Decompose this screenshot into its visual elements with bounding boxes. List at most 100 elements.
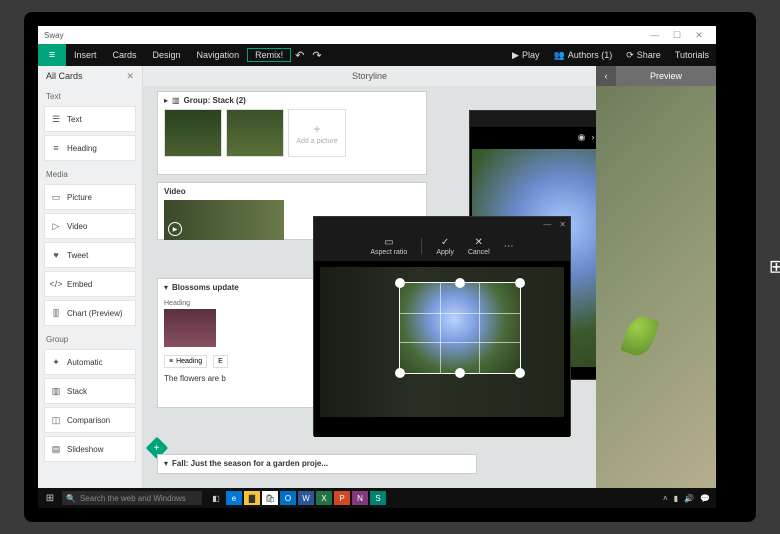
chart-icon: ⫿⫿ — [51, 308, 61, 318]
storyline-header: Storyline — [143, 66, 596, 86]
embed-icon: </> — [51, 279, 61, 289]
collapse-icon[interactable]: ▾ — [164, 283, 168, 292]
heading-icon: ≡ — [169, 358, 173, 365]
preview-back-button[interactable]: ‹ — [596, 66, 616, 86]
sidebar-close-icon[interactable]: ✕ — [126, 71, 134, 82]
play-button[interactable]: ▶Play — [505, 50, 546, 61]
fall-card[interactable]: ▾Fall: Just the season for a garden proj… — [157, 454, 477, 474]
card-type-stack[interactable]: ▥Stack — [44, 378, 136, 404]
sidebar-group-media: Media — [38, 164, 142, 181]
windows-taskbar: ⊞ 🔍Search the web and Windows ◧ e ▇ 🛍 O … — [38, 488, 716, 508]
preview-leaf-decor — [620, 312, 660, 359]
store-app-icon[interactable]: 🛍 — [262, 491, 278, 505]
heading-icon: ≡ — [51, 143, 61, 153]
stack-thumb-2[interactable] — [226, 109, 284, 157]
card-type-tweet[interactable]: ♥Tweet — [44, 242, 136, 268]
apply-button[interactable]: ✓Apply — [436, 237, 454, 256]
excel-app-icon[interactable]: X — [316, 491, 332, 505]
card-type-embed[interactable]: </>Embed — [44, 271, 136, 297]
hamburger-button[interactable]: ≡ — [38, 44, 66, 66]
card-type-automatic[interactable]: ✦Automatic — [44, 349, 136, 375]
outlook-app-icon[interactable]: O — [280, 491, 296, 505]
more-button[interactable]: ⋯ — [504, 241, 514, 252]
edge-app-icon[interactable]: e — [226, 491, 242, 505]
cancel-button[interactable]: ✕Cancel — [468, 237, 490, 256]
sway-app-icon[interactable]: S — [370, 491, 386, 505]
tray-volume-icon[interactable]: 🔊 — [684, 494, 694, 503]
emphasis-button[interactable]: E — [213, 355, 228, 368]
crop-selection[interactable] — [400, 283, 520, 373]
task-view-button[interactable]: ◧ — [208, 491, 224, 505]
storyline-canvas: Storyline ▸▥Group: Stack (2) +Add a pict… — [143, 66, 596, 508]
minimize-button[interactable]: — — [644, 30, 666, 40]
tray-network-icon[interactable]: ▮ — [674, 494, 678, 503]
text-icon: ☰ — [51, 114, 61, 124]
start-button[interactable]: ⊞ — [38, 493, 62, 504]
menu-insert[interactable]: Insert — [66, 50, 105, 60]
aspect-icon: ▭ — [384, 237, 393, 248]
stack-card[interactable]: ▸▥Group: Stack (2) +Add a picture — [157, 91, 427, 175]
crop-handle-tl[interactable] — [395, 278, 405, 288]
crop-handle-b[interactable] — [455, 368, 465, 378]
tweet-icon: ♥ — [51, 250, 61, 260]
collapse-icon[interactable]: ▾ — [164, 459, 168, 468]
card-type-slideshow[interactable]: ▤Slideshow — [44, 436, 136, 462]
app-title: Sway — [44, 31, 64, 40]
x-icon: ✕ — [475, 237, 483, 248]
collapse-icon[interactable]: ▸ — [164, 96, 168, 105]
picture-icon: ▭ — [51, 192, 61, 202]
next-icon[interactable]: › — [591, 132, 594, 142]
aspect-ratio-button[interactable]: ▭Aspect ratio — [370, 237, 407, 256]
card-type-text[interactable]: ☰Text — [44, 106, 136, 132]
menu-navigation[interactable]: Navigation — [189, 50, 248, 60]
crop-handle-br[interactable] — [515, 368, 525, 378]
app-menubar: ≡ Insert Cards Design Navigation Remix! … — [38, 44, 716, 66]
card-type-heading[interactable]: ≡Heading — [44, 135, 136, 161]
crop-editor-window: — ✕ ▭Aspect ratio ✓Apply ✕Cancel ⋯ — [313, 216, 571, 436]
menu-design[interactable]: Design — [145, 50, 189, 60]
card-type-picture[interactable]: ▭Picture — [44, 184, 136, 210]
automatic-icon: ✦ — [51, 357, 61, 367]
taskbar-search[interactable]: 🔍Search the web and Windows — [62, 491, 202, 505]
tray-up-icon[interactable]: ˄ — [663, 494, 668, 503]
crop-handle-t[interactable] — [455, 278, 465, 288]
sidebar-header: All Cards ✕ — [38, 66, 142, 86]
windows-hardware-button[interactable]: ⊞ — [769, 257, 780, 278]
authors-button[interactable]: 👥Authors (1) — [546, 50, 619, 61]
stack-icon: ▥ — [51, 386, 61, 396]
add-picture-button[interactable]: +Add a picture — [288, 109, 346, 157]
video-icon: ▷ — [51, 221, 61, 231]
overlay-close-icon[interactable]: ✕ — [559, 220, 566, 229]
redo-button[interactable]: ↷ — [308, 49, 325, 62]
onenote-app-icon[interactable]: N — [352, 491, 368, 505]
slideshow-icon: ▤ — [51, 444, 61, 454]
explorer-app-icon[interactable]: ▇ — [244, 491, 260, 505]
card-type-chart[interactable]: ⫿⫿Chart (Preview) — [44, 300, 136, 326]
heading-style-button[interactable]: ≡Heading — [164, 355, 207, 368]
crop-handle-bl[interactable] — [395, 368, 405, 378]
video-thumbnail[interactable]: ▶ — [164, 200, 284, 240]
window-titlebar: Sway — ☐ ✕ — [38, 26, 716, 44]
card-type-comparison[interactable]: ◫Comparison — [44, 407, 136, 433]
close-button[interactable]: ✕ — [688, 30, 710, 41]
powerpoint-app-icon[interactable]: P — [334, 491, 350, 505]
preview-pane: ‹ Preview — [596, 66, 716, 508]
overlay-minimize-icon[interactable]: — — [543, 220, 551, 229]
tray-notifications-icon[interactable]: 💬 — [700, 494, 710, 503]
stack-thumb-1[interactable] — [164, 109, 222, 157]
camera-icon[interactable]: ◉ — [578, 132, 586, 143]
check-icon: ✓ — [441, 237, 449, 248]
menu-remix[interactable]: Remix! — [247, 48, 291, 62]
cards-sidebar: All Cards ✕ Text ☰Text ≡Heading Media ▭P… — [38, 66, 143, 508]
maximize-button[interactable]: ☐ — [666, 30, 688, 41]
blossoms-thumb[interactable] — [164, 309, 216, 347]
comparison-icon: ◫ — [51, 415, 61, 425]
tutorials-button[interactable]: Tutorials — [668, 50, 716, 60]
play-overlay-icon: ▶ — [168, 222, 182, 236]
share-button[interactable]: ⟳Share — [619, 50, 668, 61]
menu-cards[interactable]: Cards — [105, 50, 145, 60]
undo-button[interactable]: ↶ — [291, 49, 308, 62]
crop-handle-tr[interactable] — [515, 278, 525, 288]
word-app-icon[interactable]: W — [298, 491, 314, 505]
card-type-video[interactable]: ▷Video — [44, 213, 136, 239]
